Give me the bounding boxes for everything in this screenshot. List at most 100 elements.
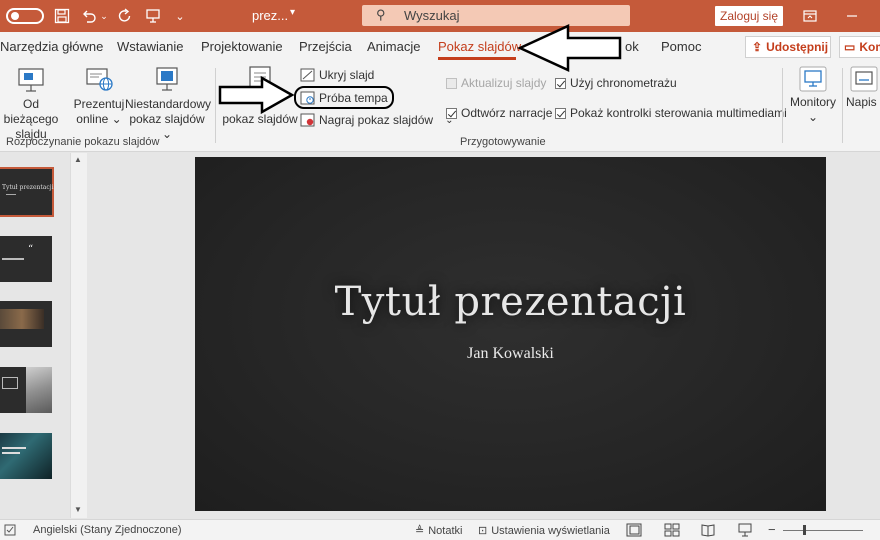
present-online-icon	[86, 68, 113, 91]
thumbnail-text-box	[2, 377, 18, 389]
undo-dropdown-icon[interactable]: ⌄	[99, 6, 109, 26]
captions-button[interactable]: Napis	[846, 66, 880, 110]
chevron-down-icon: ⌄	[161, 127, 173, 141]
chevron-down-icon: ⌄	[108, 112, 122, 126]
custom-slideshow-icon	[156, 67, 178, 91]
hide-slide-icon	[300, 68, 315, 82]
scroll-up-icon[interactable]: ▲	[74, 155, 82, 164]
present-online-button[interactable]: Prezentuj online ⌄	[71, 64, 127, 127]
save-icon[interactable]	[53, 6, 71, 26]
normal-view-icon[interactable]	[626, 523, 642, 537]
customize-toolbar-icon[interactable]: ⌄	[172, 6, 188, 26]
custom-label-1: Niestandardowy	[125, 97, 212, 111]
language-status[interactable]: Angielski (Stany Zjednoczone)	[33, 524, 182, 536]
signin-button[interactable]: Zaloguj się	[715, 6, 783, 26]
spellcheck-icon[interactable]	[4, 524, 16, 536]
from-current-label-1: Od bieżącego	[3, 97, 59, 126]
thumbnail-text-line	[2, 452, 20, 454]
custom-slideshow-button[interactable]: Niestandardowy pokaz slajdów ⌄	[125, 64, 212, 142]
minimize-icon[interactable]	[842, 6, 862, 26]
monitors-button[interactable]: Monitory ⌄	[787, 66, 839, 125]
ribbon: Od bieżącego slajdu Prezentuj online ⌄ N…	[0, 60, 880, 152]
hide-slide-button[interactable]: Ukryj slajd	[300, 68, 374, 82]
slide-title[interactable]: Tytuł prezentacji	[195, 279, 826, 325]
thumbnails-scrollbar[interactable]: ▲ ▼	[70, 153, 87, 518]
share-button[interactable]: ⇪ Udostępnij	[745, 36, 831, 58]
use-timings-checkbox[interactable]: Użyj chronometrażu	[555, 76, 677, 90]
online-label-1: Prezentuj	[73, 97, 125, 111]
record-slideshow-button[interactable]: Nagraj pokaz slajdów ⌄	[300, 113, 453, 127]
show-media-controls-checkbox[interactable]: Pokaż kontrolki sterowania multimediami	[555, 106, 787, 120]
setup-slideshow-button[interactable]: pokaz slajdów	[222, 64, 298, 127]
record-icon	[300, 113, 315, 127]
undo-icon[interactable]	[80, 6, 98, 26]
notes-icon: ≜	[415, 525, 425, 537]
quote-icon: “	[28, 244, 34, 255]
slide-subtitle[interactable]: Jan Kowalski	[195, 345, 826, 363]
present-from-start-icon[interactable]	[144, 6, 162, 26]
tab-animations[interactable]: Animacje	[367, 39, 420, 54]
zoom-out-icon[interactable]: −	[768, 522, 776, 537]
use-timings-label: Użyj chronometrażu	[570, 76, 677, 90]
captions-label: Napis	[846, 95, 877, 109]
play-narrations-checkbox[interactable]: Odtwórz narracje	[446, 106, 552, 120]
document-name[interactable]: prez...	[252, 8, 288, 23]
checkbox-box	[555, 107, 566, 119]
zoom-slider-thumb[interactable]	[803, 525, 806, 535]
tab-home[interactable]: Narzędzia główne	[0, 39, 103, 54]
comments-button[interactable]: ▭ Kom	[839, 36, 880, 58]
thumbnail-photo	[0, 309, 44, 329]
setup-slideshow-icon	[249, 66, 271, 90]
scroll-down-icon[interactable]: ▼	[74, 505, 82, 514]
slideshow-view-icon[interactable]	[737, 523, 753, 537]
tab-transitions[interactable]: Przejścia	[299, 39, 352, 54]
tab-insert[interactable]: Wstawianie	[117, 39, 183, 54]
notes-label: Notatki	[428, 524, 463, 537]
from-current-slide-icon	[18, 68, 44, 92]
slide-thumbnail-2[interactable]: “	[0, 236, 52, 282]
slide-thumbnail-5[interactable]	[0, 433, 52, 479]
monitors-label: Monitory	[789, 95, 836, 109]
ribbon-display-options-icon[interactable]	[800, 6, 820, 26]
show-media-controls-label: Pokaż kontrolki sterowania multimediami	[570, 106, 787, 120]
search-input[interactable]: ⚲ Wyszukaj	[362, 5, 630, 26]
notes-button[interactable]: ≜ Notatki	[415, 524, 463, 538]
rehearse-timings-label: Próba tempa	[319, 91, 388, 105]
chevron-down-icon[interactable]: ▾	[290, 7, 295, 18]
checkbox-box	[555, 77, 566, 89]
zoom-slider[interactable]	[783, 530, 863, 531]
display-settings-label: Ustawienia wyświetlania	[491, 524, 610, 537]
online-label-2: online	[76, 112, 109, 126]
share-label: Udostępnij	[766, 40, 829, 54]
thumbnail-text-line	[2, 447, 26, 449]
slide-sorter-icon[interactable]	[664, 523, 680, 537]
rehearse-timings-button[interactable]: Próba tempa	[300, 91, 388, 105]
thumbnail-title: Tytuł prezentacji	[2, 184, 54, 191]
search-placeholder: Wyszukaj	[404, 8, 460, 23]
autosave-toggle[interactable]	[6, 8, 44, 24]
tab-design[interactable]: Projektowanie	[201, 39, 283, 54]
slide-thumbnail-4[interactable]	[0, 367, 52, 413]
slide-thumbnail-3[interactable]	[0, 301, 52, 347]
title-bar: ⌄ ⌄ prez... ▾ ⚲ Wyszukaj Zaloguj się	[0, 0, 880, 32]
share-icon: ⇪	[752, 40, 763, 54]
redo-icon[interactable]	[116, 6, 134, 26]
thumbnail-subtitle	[6, 194, 16, 195]
group-label-setup: Przygotowywanie	[460, 136, 546, 148]
tab-slideshow[interactable]: Pokaz slajdów	[438, 39, 521, 54]
tab-view[interactable]: ok	[625, 39, 639, 54]
from-current-slide-button[interactable]: Od bieżącego slajdu	[0, 64, 66, 142]
thumbnail-text-line	[2, 258, 24, 260]
update-slides-checkbox[interactable]: Aktualizuj slajdy	[446, 76, 546, 90]
slide-canvas[interactable]: Tytuł prezentacji Jan Kowalski	[195, 157, 826, 511]
record-slideshow-label: Nagraj pokaz slajdów	[319, 113, 434, 127]
slide-thumbnail-1[interactable]: Tytuł prezentacji	[0, 167, 54, 217]
monitor-icon	[799, 66, 827, 92]
display-settings-button[interactable]: ⊡ Ustawienia wyświetlania	[478, 524, 610, 538]
group-separator	[782, 68, 783, 143]
status-bar: Angielski (Stany Zjednoczone) ≜ Notatki …	[0, 519, 880, 540]
comment-icon: ▭	[844, 40, 856, 54]
tab-help[interactable]: Pomoc	[661, 39, 701, 54]
reading-view-icon[interactable]	[700, 523, 716, 537]
search-icon: ⚲	[376, 7, 386, 22]
